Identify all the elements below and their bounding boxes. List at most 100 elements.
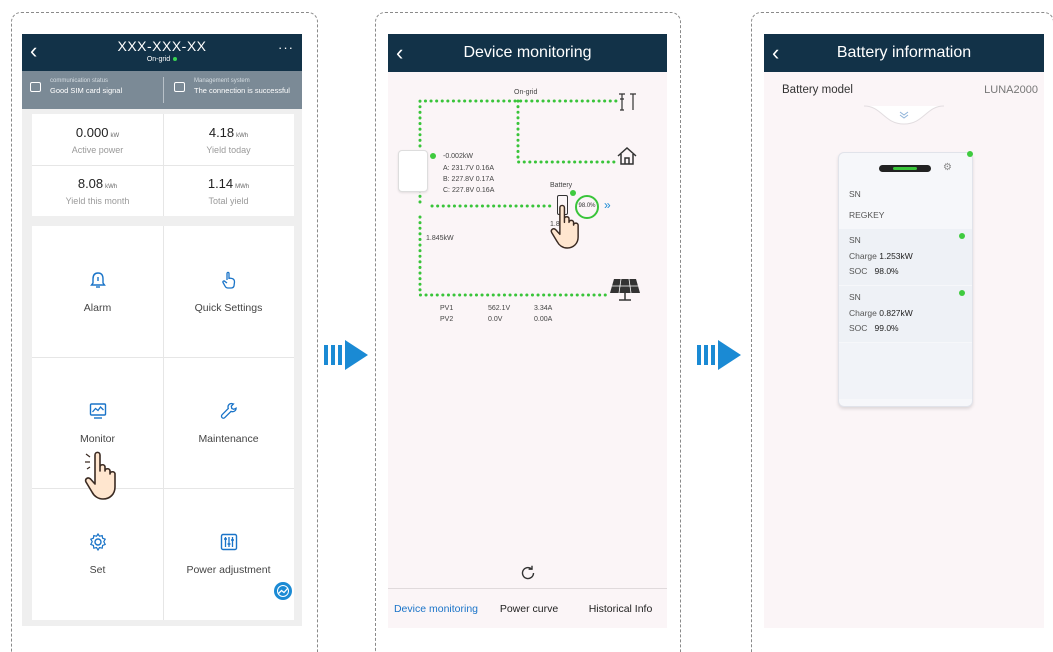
pv1-voltage: 562.1V xyxy=(488,305,511,312)
tile-maintenance[interactable]: Maintenance xyxy=(163,357,294,488)
battery-card[interactable]: ⚙ SN REGKEY SN Charge 1.253kW SOC 98.0% … xyxy=(838,151,973,407)
metric-label: Active power xyxy=(71,145,124,155)
app-header: ‹ Battery information xyxy=(764,34,1044,72)
battery-module-empty xyxy=(839,343,972,399)
pv1-current: 3.34A xyxy=(534,305,553,312)
battery-information-screen: ‹ Battery information Battery model LUNA… xyxy=(764,34,1044,628)
pv2-current: 0.00A xyxy=(534,316,553,323)
bottom-tabs: Device monitoring Power curve Historical… xyxy=(388,588,667,628)
module-sn: SN xyxy=(849,292,861,302)
divider xyxy=(163,114,164,216)
more-icon[interactable]: ··· xyxy=(278,40,294,55)
soc-value: 98.0% xyxy=(874,266,899,276)
regkey-label: REGKEY xyxy=(849,210,885,220)
battery-indicator xyxy=(879,165,931,172)
divider xyxy=(163,226,164,620)
tab-historical-info[interactable]: Historical Info xyxy=(574,589,667,628)
metric-value: 8.08 xyxy=(77,176,104,191)
power-grid-icon xyxy=(619,93,636,111)
sim-icon xyxy=(30,82,41,92)
pv-power: 1.845kW xyxy=(426,235,454,242)
soc-value: 99.0% xyxy=(874,323,899,333)
app-header: ‹ XXX-XXX-XX On-grid ··· xyxy=(22,34,302,71)
app-header: ‹ Device monitoring xyxy=(388,34,667,72)
tab-device-monitoring[interactable]: Device monitoring xyxy=(388,589,484,628)
phase-c: C: 227.8V 0.16A xyxy=(443,187,495,194)
status-bar: communication status Good SIM card signa… xyxy=(22,71,302,109)
status-dot-icon xyxy=(959,233,965,239)
gear-icon xyxy=(89,532,107,552)
mgmt-status-value: The connection is successful xyxy=(194,86,290,95)
tile-label: Alarm xyxy=(83,302,112,314)
page-title: Battery information xyxy=(836,44,972,61)
metric-yield-month: 8.08 kWh Yield this month xyxy=(32,165,163,216)
soc-label: SOC xyxy=(849,266,868,276)
tile-label: Maintenance xyxy=(198,433,259,445)
metric-label: Total yield xyxy=(208,196,249,206)
sliders-icon xyxy=(220,533,238,551)
sn-label: SN xyxy=(849,189,861,199)
charge-label: Charge xyxy=(849,308,877,318)
home-icon xyxy=(617,146,637,165)
battery-module-1: SN Charge 1.253kW SOC 98.0% xyxy=(839,229,972,285)
tile-label: Monitor xyxy=(79,433,115,445)
solar-panel-icon xyxy=(610,278,640,301)
metric-total-yield: 1.14 MWh Total yield xyxy=(163,165,294,216)
chart-fab-button[interactable] xyxy=(274,582,292,600)
tile-label: Set xyxy=(89,564,106,576)
inverter-icon xyxy=(398,150,428,192)
status-dot-icon xyxy=(173,57,178,62)
metric-value: 1.14 xyxy=(207,176,234,191)
inverter-power: -0.002kW xyxy=(443,153,473,160)
status-dot-icon xyxy=(967,151,973,157)
metric-yield-today: 4.18 kWh Yield today xyxy=(163,114,294,165)
device-title: XXX-XXX-XX xyxy=(117,38,207,54)
grid-status: On-grid xyxy=(22,56,302,63)
settings-icon[interactable]: ⚙ xyxy=(943,162,952,173)
metric-unit: MWh xyxy=(235,184,250,190)
battery-module-2: SN Charge 0.827kW SOC 99.0% xyxy=(839,286,972,342)
bell-icon xyxy=(90,272,106,288)
phase-b: B: 227.8V 0.17A xyxy=(443,176,494,183)
metric-unit: kWh xyxy=(236,133,249,139)
management-icon xyxy=(174,82,185,92)
tile-quick-settings[interactable]: Quick Settings xyxy=(163,226,294,357)
module-sn: SN xyxy=(849,235,861,245)
battery-model-value: LUNA2000 xyxy=(984,84,1038,96)
mgmt-status: Management system The connection is succ… xyxy=(174,77,302,103)
trend-icon xyxy=(277,585,289,597)
charge-label: Charge xyxy=(849,251,877,261)
wrench-icon xyxy=(220,402,237,419)
metric-label: Yield today xyxy=(206,145,251,155)
pv1-name: PV1 xyxy=(440,305,454,312)
metric-label: Yield this month xyxy=(65,196,130,206)
chevron-right-icon[interactable]: » xyxy=(604,198,611,212)
tap-hand-icon xyxy=(84,451,116,500)
grid-label: On-grid xyxy=(514,89,538,96)
hand-tap-icon xyxy=(222,271,236,289)
tile-label: Power adjustment xyxy=(186,564,271,576)
tile-set[interactable]: Set xyxy=(32,488,163,619)
metric-active-power: 0.000 kW Active power xyxy=(32,114,163,165)
status-dot-icon xyxy=(570,190,576,196)
monitor-chart-icon xyxy=(89,403,107,419)
soc-label: SOC xyxy=(849,323,868,333)
status-dot-icon xyxy=(430,153,436,159)
charge-value: 1.253kW xyxy=(879,251,913,261)
comm-status-label: communication status xyxy=(50,78,109,84)
expand-tab[interactable] xyxy=(864,104,944,126)
metric-value: 0.000 xyxy=(75,125,109,140)
divider xyxy=(163,77,164,103)
comm-status: communication status Good SIM card signa… xyxy=(30,77,160,103)
refresh-icon[interactable] xyxy=(519,564,537,582)
metric-unit: kW xyxy=(110,133,120,139)
home-screen: ‹ XXX-XXX-XX On-grid ··· communication s… xyxy=(22,34,302,626)
device-monitoring-screen: ‹ Device monitoring On-grid -0.002kW A: … xyxy=(388,34,667,628)
pv2-voltage: 0.0V xyxy=(488,316,503,323)
next-step-arrow-icon xyxy=(697,340,741,370)
charge-value: 0.827kW xyxy=(879,308,913,318)
tile-alarm[interactable]: Alarm xyxy=(32,226,163,357)
mgmt-status-label: Management system xyxy=(194,78,250,84)
tab-power-curve[interactable]: Power curve xyxy=(484,589,574,628)
tile-label: Quick Settings xyxy=(194,302,263,314)
